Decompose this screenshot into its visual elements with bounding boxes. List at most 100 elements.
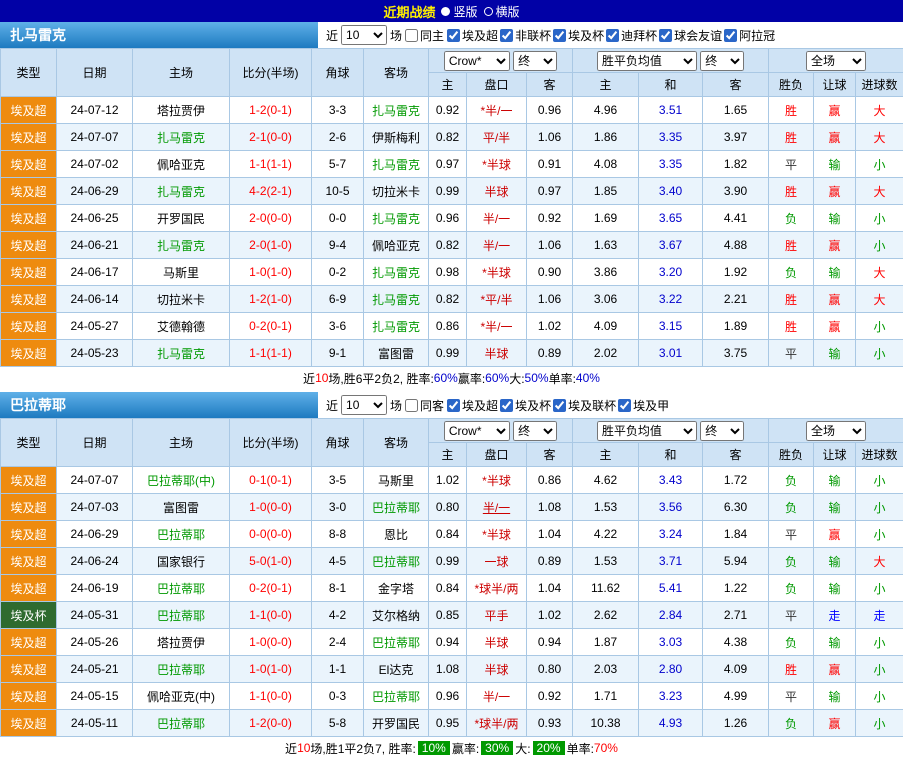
asian-home-odds-cell: 0.95 — [429, 710, 467, 737]
home-team-cell: 塔拉贾伊 — [133, 97, 230, 124]
asian-away-odds-cell: 0.89 — [527, 548, 573, 575]
euro-draw-odds-cell: 3.24 — [639, 521, 703, 548]
scope-select[interactable]: 全场 — [806, 421, 866, 441]
home-team-cell: 马斯里 — [133, 259, 230, 286]
goals-result-cell: 大 — [856, 548, 903, 575]
league-checkbox-input[interactable] — [618, 399, 631, 412]
league-checkbox-input[interactable] — [500, 29, 513, 42]
league-cell: 埃及超 — [1, 710, 57, 737]
summary-line: 近10场,胜6平2负2, 胜率:60% 赢率:60% 大:50% 单率:40% — [0, 367, 903, 389]
euro-odds-select[interactable]: 胜平负均值 — [597, 51, 697, 71]
home-team-cell: 巴拉蒂耶 — [133, 602, 230, 629]
league-checkbox-input[interactable] — [500, 399, 513, 412]
home-team-cell: 巴拉蒂耶 — [133, 656, 230, 683]
asian-stage-select[interactable]: 终 — [513, 51, 557, 71]
league-checkbox-input[interactable] — [447, 399, 460, 412]
handicap-result-cell: 赢 — [814, 232, 856, 259]
summary-segment: 30% — [481, 741, 513, 755]
bookmaker-select[interactable]: Crow* — [444, 51, 510, 71]
same-venue-checkbox[interactable]: 同客 — [405, 397, 444, 414]
asian-away-odds-cell: 1.04 — [527, 521, 573, 548]
league-filter-checkbox[interactable]: 球会友谊 — [659, 27, 722, 44]
bookmaker-select[interactable]: Crow* — [444, 421, 510, 441]
league-filter-checkbox[interactable]: 埃及杯 — [500, 397, 551, 414]
match-row: 埃及超24-06-19巴拉蒂耶0-2(0-1)8-1金字塔0.84*球半/两1.… — [1, 575, 903, 602]
match-row: 埃及超24-05-21巴拉蒂耶1-0(1-0)1-1El达克1.08半球0.80… — [1, 656, 903, 683]
scope-select[interactable]: 全场 — [806, 51, 866, 71]
euro-home-odds-cell: 1.63 — [573, 232, 639, 259]
asian-away-odds-cell: 0.86 — [527, 467, 573, 494]
euro-away-odds-cell: 1.89 — [703, 313, 769, 340]
summary-segment: 近 — [303, 370, 315, 387]
league-checkbox-input[interactable] — [553, 29, 566, 42]
euro-draw-odds-cell: 3.35 — [639, 124, 703, 151]
home-team-cell: 巴拉蒂耶 — [133, 521, 230, 548]
euro-draw-odds-cell: 2.80 — [639, 656, 703, 683]
asian-odds-header: Crow* 终 — [429, 419, 573, 443]
match-row: 埃及超24-06-25开罗国民2-0(0-0)0-0扎马雷克0.96半/一0.9… — [1, 205, 903, 232]
euro-odds-select[interactable]: 胜平负均值 — [597, 421, 697, 441]
asian-stage-select[interactable]: 终 — [513, 421, 557, 441]
asian-home-odds-cell: 0.99 — [429, 548, 467, 575]
league-filter-checkbox[interactable]: 埃及超 — [447, 397, 498, 414]
league-checkbox-input[interactable] — [553, 399, 566, 412]
score-cell: 1-2(0-0) — [230, 710, 312, 737]
top-bar: 近期战绩 竖版 横版 — [0, 0, 903, 22]
corners-cell: 0-3 — [312, 683, 364, 710]
view-option-horizontal[interactable]: 横版 — [484, 3, 520, 20]
league-filter-checkbox[interactable]: 埃及超 — [447, 27, 498, 44]
league-cell: 埃及超 — [1, 629, 57, 656]
league-checkbox-input[interactable] — [724, 29, 737, 42]
col-header-home: 主场 — [133, 419, 230, 467]
league-filter-checkbox[interactable]: 埃及甲 — [618, 397, 669, 414]
same-venue-checkbox-input[interactable] — [405, 29, 418, 42]
goals-result-cell: 小 — [856, 494, 903, 521]
asian-away-odds-cell: 1.02 — [527, 602, 573, 629]
games-count-select[interactable]: 10 — [341, 25, 387, 45]
same-venue-checkbox-input[interactable] — [405, 399, 418, 412]
league-filter-checkbox[interactable]: 阿拉冠 — [724, 27, 775, 44]
away-team-cell: 扎马雷克 — [364, 151, 429, 178]
col-header-score: 比分(半场) — [230, 49, 312, 97]
score-cell: 0-0(0-0) — [230, 521, 312, 548]
league-checkbox-input[interactable] — [447, 29, 460, 42]
view-option-vertical[interactable]: 竖版 — [441, 3, 477, 20]
league-filter-checkbox[interactable]: 埃及联杯 — [553, 397, 616, 414]
result-cell: 负 — [769, 467, 814, 494]
euro-stage-select[interactable]: 终 — [700, 51, 744, 71]
asian-away-odds-cell: 1.04 — [527, 575, 573, 602]
league-checkbox-input[interactable] — [659, 29, 672, 42]
sub-header-goals: 进球数 — [856, 73, 903, 97]
euro-stage-select[interactable]: 终 — [700, 421, 744, 441]
league-filter-checkbox[interactable]: 非联杯 — [500, 27, 551, 44]
date-cell: 24-07-12 — [57, 97, 133, 124]
asian-home-odds-cell: 0.80 — [429, 494, 467, 521]
games-count-select[interactable]: 10 — [341, 395, 387, 415]
goals-result-cell: 小 — [856, 313, 903, 340]
summary-segment: 10% — [418, 741, 450, 755]
result-cell: 负 — [769, 629, 814, 656]
summary-segment: 单率: — [567, 740, 594, 757]
league-cell: 埃及超 — [1, 548, 57, 575]
handicap-cell: *半球 — [467, 521, 527, 548]
league-filters: 埃及超埃及杯埃及联杯埃及甲 — [447, 397, 669, 414]
league-filter-checkbox[interactable]: 迪拜杯 — [606, 27, 657, 44]
league-checkbox-label: 球会友谊 — [674, 27, 722, 44]
league-filter-checkbox[interactable]: 埃及杯 — [553, 27, 604, 44]
home-team-cell: 扎马雷克 — [133, 124, 230, 151]
same-venue-checkbox[interactable]: 同主 — [405, 27, 444, 44]
handicap-cell: *球半/两 — [467, 575, 527, 602]
handicap-cell: *半球 — [467, 467, 527, 494]
sub-header-result: 胜负 — [769, 73, 814, 97]
goals-result-cell: 小 — [856, 629, 903, 656]
euro-draw-odds-cell: 3.03 — [639, 629, 703, 656]
radio-selected-icon[interactable] — [441, 7, 450, 16]
scope-header: 全场 — [769, 419, 903, 443]
sub-header-euro-home: 主 — [573, 73, 639, 97]
corners-cell: 3-0 — [312, 494, 364, 521]
summary-segment: 70% — [594, 741, 618, 755]
score-cell: 0-2(0-1) — [230, 575, 312, 602]
away-team-cell: 马斯里 — [364, 467, 429, 494]
radio-unselected-icon[interactable] — [484, 7, 493, 16]
league-checkbox-input[interactable] — [606, 29, 619, 42]
